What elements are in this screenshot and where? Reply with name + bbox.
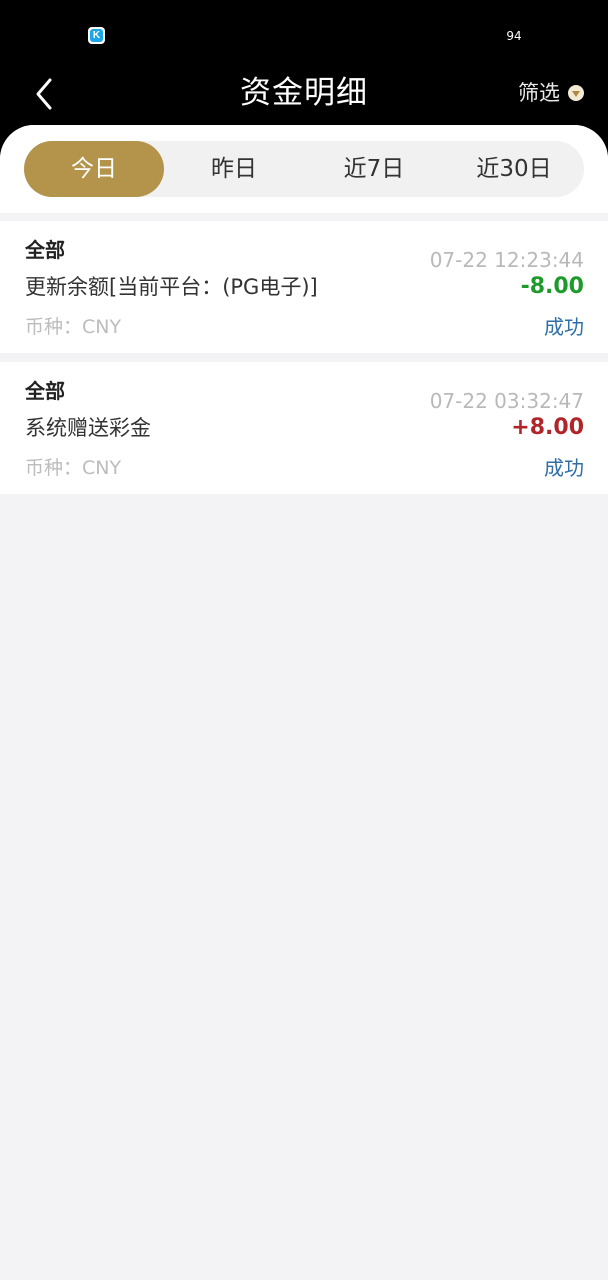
tab-yesterday[interactable]: 昨日	[164, 141, 304, 197]
record-type: 全部	[25, 379, 65, 403]
record-time: 07-22 03:32:47	[429, 389, 584, 413]
record-type: 全部	[25, 238, 65, 262]
filter-button[interactable]: 筛选	[518, 78, 584, 108]
content-area: 今日 昨日 近7日 近30日 全部 07-22 12:23:44 更新余额[当前…	[0, 125, 608, 1280]
filter-label: 筛选	[518, 81, 560, 105]
tab-today[interactable]: 今日	[24, 141, 164, 197]
record-description: 更新余额[当前平台：(PG电子)]	[25, 275, 318, 299]
record-description: 系统赠送彩金	[25, 416, 151, 440]
record-amount: -8.00	[520, 274, 584, 299]
record-currency: 币种：CNY	[25, 457, 122, 479]
record-status: 成功	[544, 315, 584, 339]
app-notification-icon: K	[88, 27, 105, 44]
tab-last-7-days[interactable]: 近7日	[304, 141, 444, 197]
nav-bar: 资金明细 筛选	[0, 64, 608, 122]
record-currency: 币种：CNY	[25, 316, 122, 338]
battery-level: 94	[506, 29, 522, 43]
dropdown-triangle-icon	[568, 85, 584, 101]
record-amount: +8.00	[511, 415, 584, 440]
record-status: 成功	[544, 456, 584, 480]
date-tabs: 今日 昨日 近7日 近30日	[24, 141, 584, 197]
page-title: 资金明细	[240, 75, 368, 111]
tab-last-30-days[interactable]: 近30日	[444, 141, 584, 197]
list-item[interactable]: 全部 07-22 03:32:47 系统赠送彩金 +8.00 币种：CNY 成功	[0, 362, 608, 494]
app-icon-letter: K	[90, 29, 103, 42]
list-item[interactable]: 全部 07-22 12:23:44 更新余额[当前平台：(PG电子)] -8.0…	[0, 221, 608, 353]
record-time: 07-22 12:23:44	[429, 248, 584, 272]
date-tab-panel: 今日 昨日 近7日 近30日	[0, 125, 608, 213]
status-bar: K 94	[0, 0, 608, 70]
